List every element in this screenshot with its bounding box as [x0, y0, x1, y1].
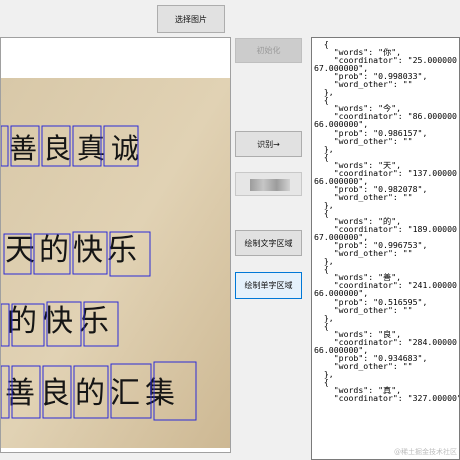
handwriting-photo: 善良真诚 天的快乐 的快乐 善良的汇集 — [1, 78, 230, 448]
recognize-button[interactable]: 识别→ — [235, 131, 302, 157]
draw-char-region-button[interactable]: 绘制单字区域 — [235, 272, 302, 299]
json-output-textbox[interactable]: { "words": "你", "coordinator": "25.00000… — [311, 37, 460, 460]
watermark: @稀土掘金技术社区 — [394, 448, 457, 456]
redacted-control — [235, 172, 302, 196]
initialize-button[interactable]: 初始化 — [235, 38, 302, 63]
handwritten-line-1: 善良真诚 — [9, 132, 145, 165]
draw-text-region-button[interactable]: 绘制文字区域 — [235, 230, 302, 256]
app-window: 选择图片 善良真诚 天的快乐 的快乐 善良的汇集 初始化 识别→ 绘制文字区域 … — [0, 0, 460, 460]
handwritten-line-3: 的快乐 — [7, 304, 115, 339]
image-panel: 善良真诚 天的快乐 的快乐 善良的汇集 — [0, 37, 231, 453]
redaction-blur — [250, 179, 290, 191]
select-image-button[interactable]: 选择图片 — [157, 5, 225, 33]
json-output-text: { "words": "你", "coordinator": "25.00000… — [314, 39, 460, 404]
text-line-1: 善良真诚 — [1, 125, 145, 167]
